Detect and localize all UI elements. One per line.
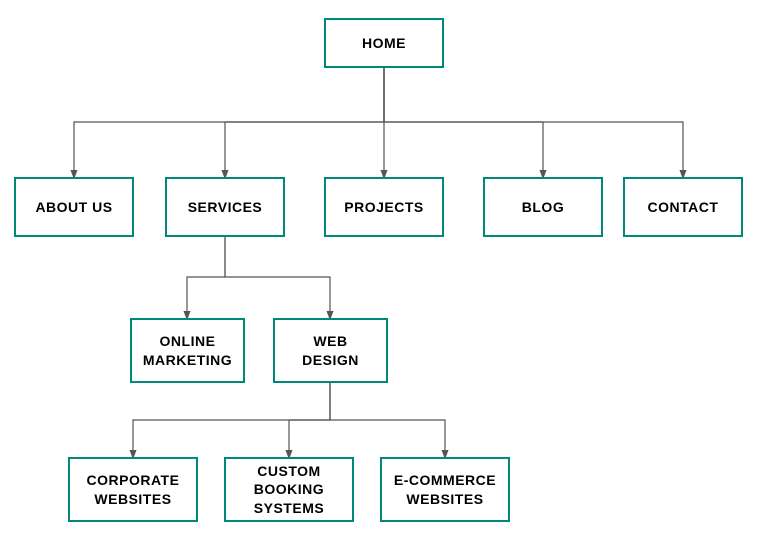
node-blog[interactable]: BLOG	[483, 177, 603, 237]
sitemap-diagram: HOME ABOUT US SERVICES PROJECTS BLOG CON…	[0, 0, 768, 552]
node-contact[interactable]: CONTACT	[623, 177, 743, 237]
node-online-marketing[interactable]: ONLINE MARKETING	[130, 318, 245, 383]
node-ecommerce[interactable]: E-COMMERCE WEBSITES	[380, 457, 510, 522]
node-web-design[interactable]: WEB DESIGN	[273, 318, 388, 383]
node-home[interactable]: HOME	[324, 18, 444, 68]
node-corporate-websites[interactable]: CORPORATE WEBSITES	[68, 457, 198, 522]
node-aboutus[interactable]: ABOUT US	[14, 177, 134, 237]
node-services[interactable]: SERVICES	[165, 177, 285, 237]
node-custom-booking[interactable]: CUSTOM BOOKING SYSTEMS	[224, 457, 354, 522]
node-projects[interactable]: PROJECTS	[324, 177, 444, 237]
